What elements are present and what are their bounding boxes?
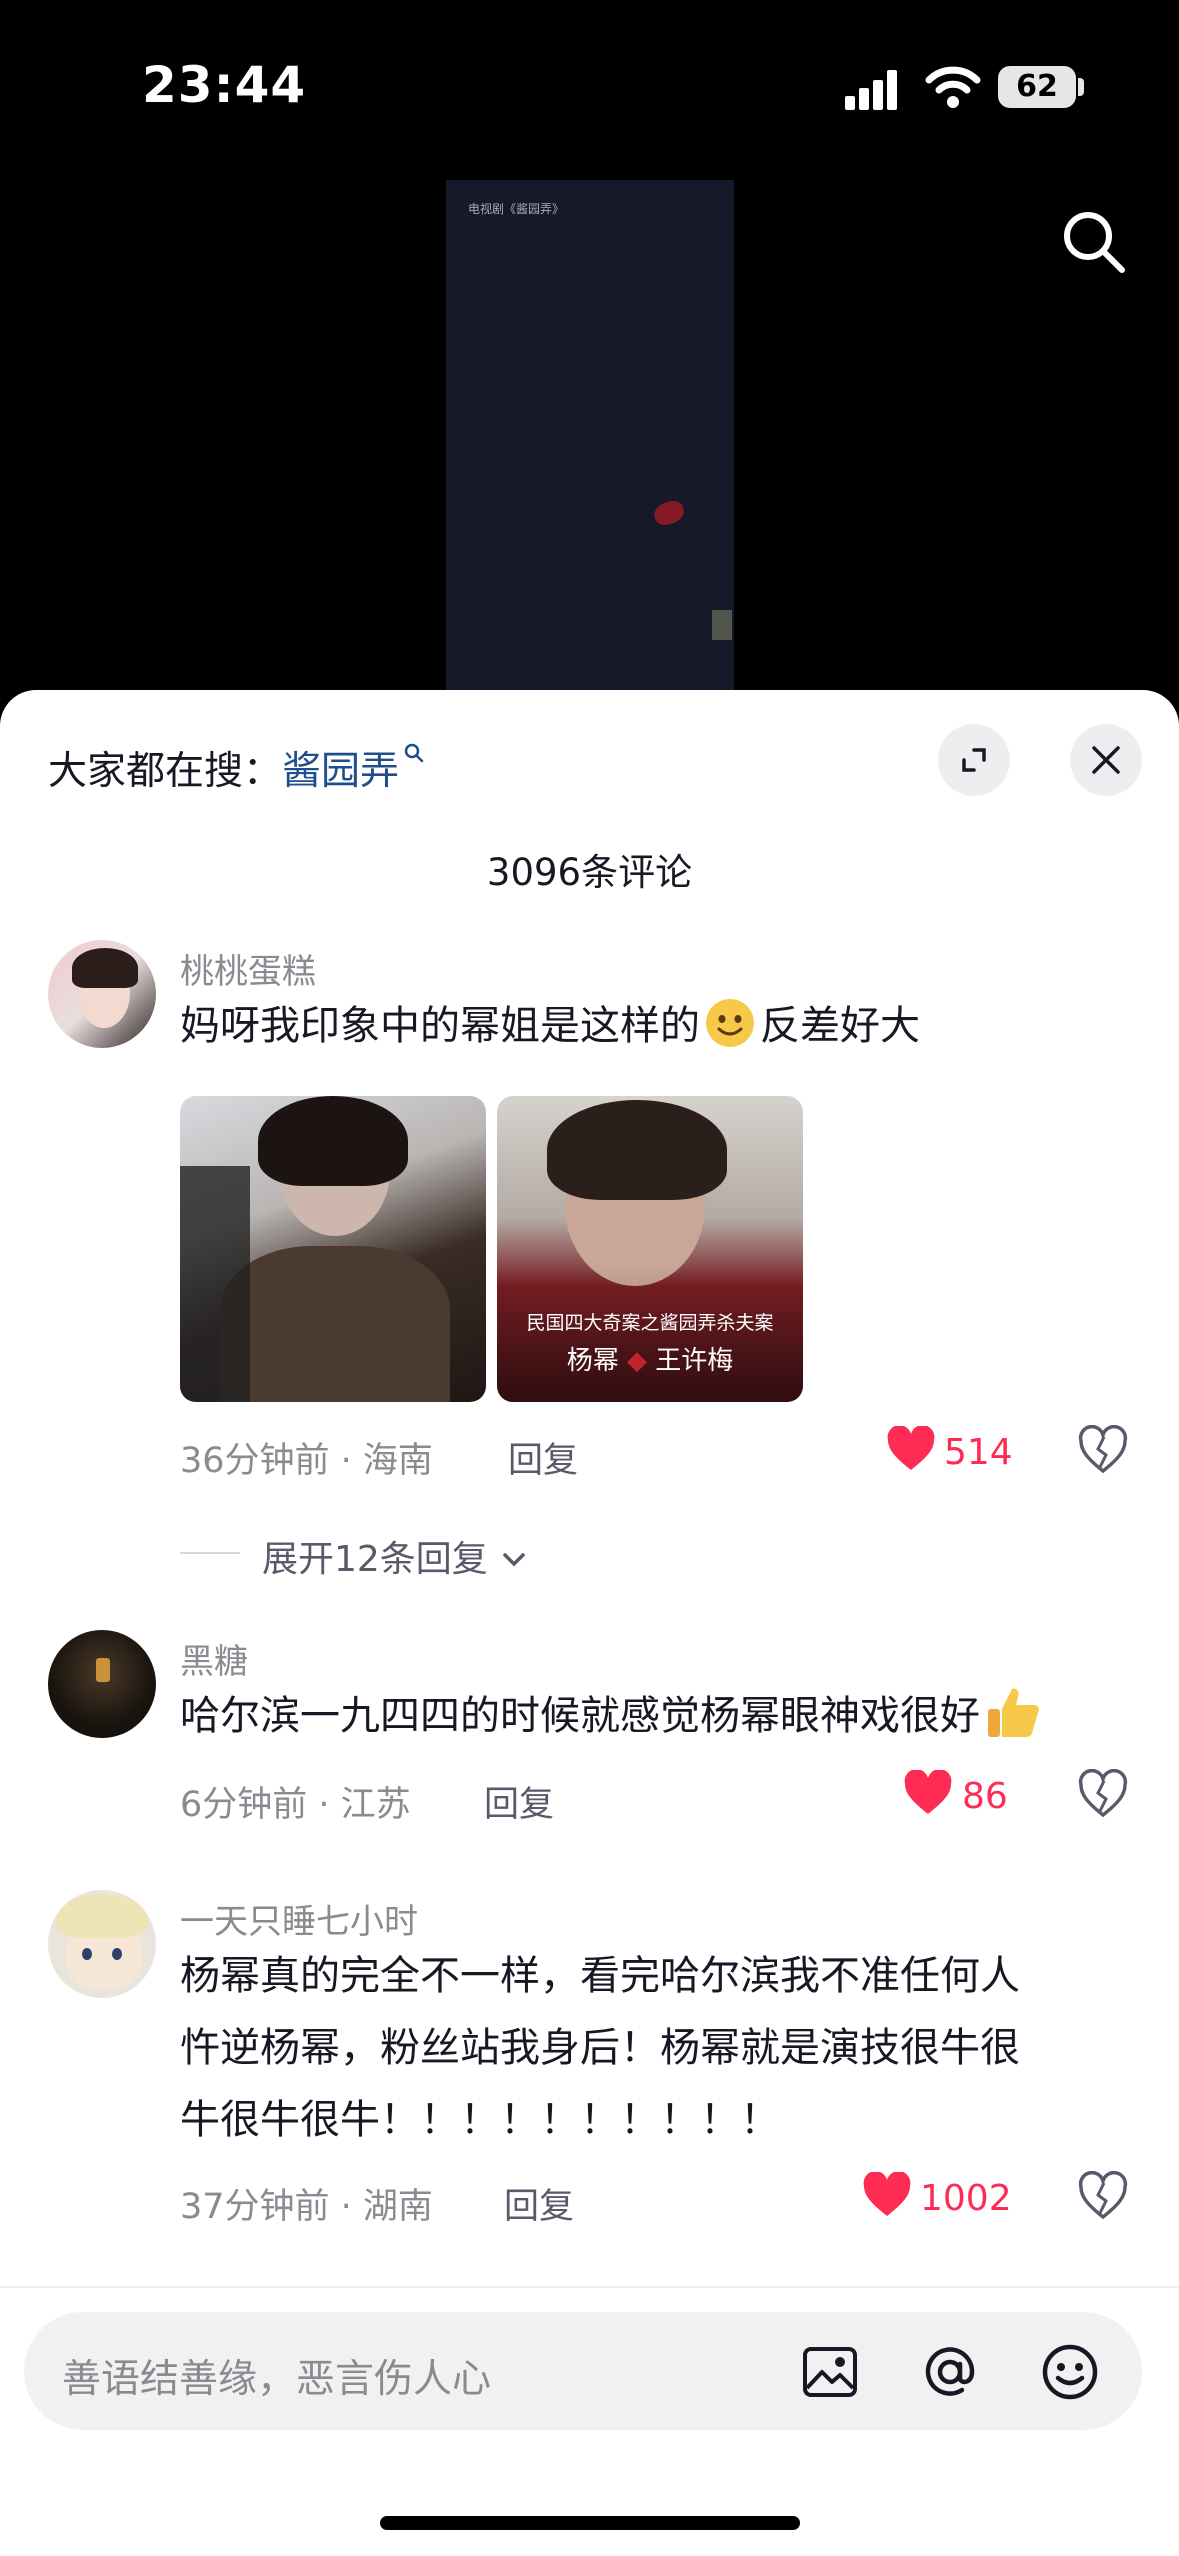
expand-icon [962, 748, 986, 772]
comment-text-part: 反差好大 [760, 1003, 920, 1049]
battery-icon: 62 [998, 66, 1076, 108]
comment-input[interactable]: 善语结善缘，恶言伤人心 [24, 2312, 1142, 2430]
emoji-icon[interactable] [1040, 2342, 1100, 2402]
image-caption-name: 王许梅 [655, 1346, 734, 1376]
expand-divider [180, 1552, 240, 1554]
comment-username[interactable]: 桃桃蛋糕 [180, 944, 316, 993]
comment-text-part: 妈呀我印象中的幂姐是这样的 [180, 1003, 700, 1049]
comment-text: 哈尔滨一九四四的时候就感觉杨幂眼神戏很好 [180, 1680, 1042, 1752]
close-button[interactable] [1070, 724, 1142, 796]
search-icon[interactable] [1058, 206, 1128, 276]
smile-emoji-icon [706, 999, 754, 1047]
comment-username[interactable]: 黑糖 [180, 1634, 248, 1683]
battery-nub [1078, 78, 1084, 96]
dislike-icon[interactable] [1078, 2171, 1128, 2221]
heart-icon[interactable] [886, 1426, 936, 1472]
reply-button[interactable]: 回复 [508, 1432, 578, 1483]
comment-text: 妈呀我印象中的幂姐是这样的 反差好大 [180, 990, 920, 1062]
avatar[interactable] [48, 1630, 156, 1738]
avatar[interactable] [48, 940, 156, 1048]
comment-image[interactable] [180, 1096, 486, 1402]
comment-text-line: 杨幂真的完全不一样，看完哈尔滨我不准任何人 [180, 1953, 1020, 1999]
reply-button[interactable]: 回复 [504, 2178, 574, 2229]
comment-username[interactable]: 一天只睡七小时 [180, 1894, 418, 1943]
status-bar: 23:44 62 [0, 0, 1179, 170]
video-red-mark [651, 498, 687, 528]
comment-count: 3096条评论 [486, 851, 693, 894]
like-count: 86 [962, 1776, 1008, 1817]
expand-button[interactable] [938, 724, 1010, 796]
close-icon [1092, 746, 1120, 774]
wifi-icon [925, 66, 981, 108]
search-hint-keyword[interactable]: 酱园弄 [282, 749, 399, 794]
divider [0, 2286, 1179, 2288]
comment-input-placeholder: 善语结善缘，恶言伤人心 [62, 2357, 492, 2402]
home-indicator[interactable] [380, 2516, 800, 2530]
search-hint-label: 大家都在搜： [48, 749, 283, 794]
image-caption-name: 杨幂 [566, 1346, 619, 1376]
comment-text-line: 牛很牛很牛！！！！！！！！！！ [180, 2097, 780, 2143]
video-preview[interactable]: 电视剧《酱园弄》 [446, 180, 734, 692]
status-time: 23:44 [142, 56, 307, 114]
video-detail [712, 610, 732, 640]
heart-icon[interactable] [862, 2172, 912, 2218]
like-count: 1002 [920, 2178, 1012, 2219]
image-icon[interactable] [800, 2342, 860, 2402]
dislike-icon[interactable] [1078, 1425, 1128, 1475]
video-caption: 电视剧《酱园弄》 [468, 202, 565, 216]
comment-meta: 6分钟前 · 江苏 [180, 1785, 411, 1825]
comment-sheet: 大家都在搜：酱园弄 3096条评论 桃桃蛋糕 妈呀我印象中的幂姐是这样的 反差好大… [0, 690, 1179, 2556]
chevron-down-icon [503, 1553, 526, 1567]
like-count: 514 [944, 1432, 1013, 1473]
search-icon [404, 743, 424, 763]
image-caption: 杨幂 ◆ 王许梅 [566, 1346, 734, 1376]
thumbs-up-icon [988, 1688, 1039, 1737]
expand-replies-button[interactable]: 展开12条回复 [262, 1530, 529, 1582]
heart-icon[interactable] [903, 1770, 953, 1816]
reply-button[interactable]: 回复 [484, 1776, 554, 1827]
dislike-icon[interactable] [1078, 1769, 1128, 1819]
image-caption: 民国四大奇案之酱园弄杀夫案 [526, 1312, 774, 1334]
comment-meta: 36分钟前 · 海南 [180, 1441, 433, 1481]
search-hint[interactable]: 大家都在搜：酱园弄 [48, 740, 425, 796]
at-icon[interactable] [920, 2342, 980, 2402]
comment-meta: 37分钟前 · 湖南 [180, 2187, 433, 2227]
comment-text-line: 忤逆杨幂，粉丝站我身后！杨幂就是演技很牛很 [180, 2025, 1020, 2071]
avatar[interactable] [48, 1890, 156, 1998]
signal-icon [845, 70, 907, 110]
comment-text-part: 哈尔滨一九四四的时候就感觉杨幂眼神戏很好 [180, 1693, 980, 1739]
comment-image[interactable]: 民国四大奇案之酱园弄杀夫案 杨幂 ◆ 王许梅 [497, 1096, 803, 1402]
expand-replies-label: 展开12条回复 [262, 1539, 488, 1580]
